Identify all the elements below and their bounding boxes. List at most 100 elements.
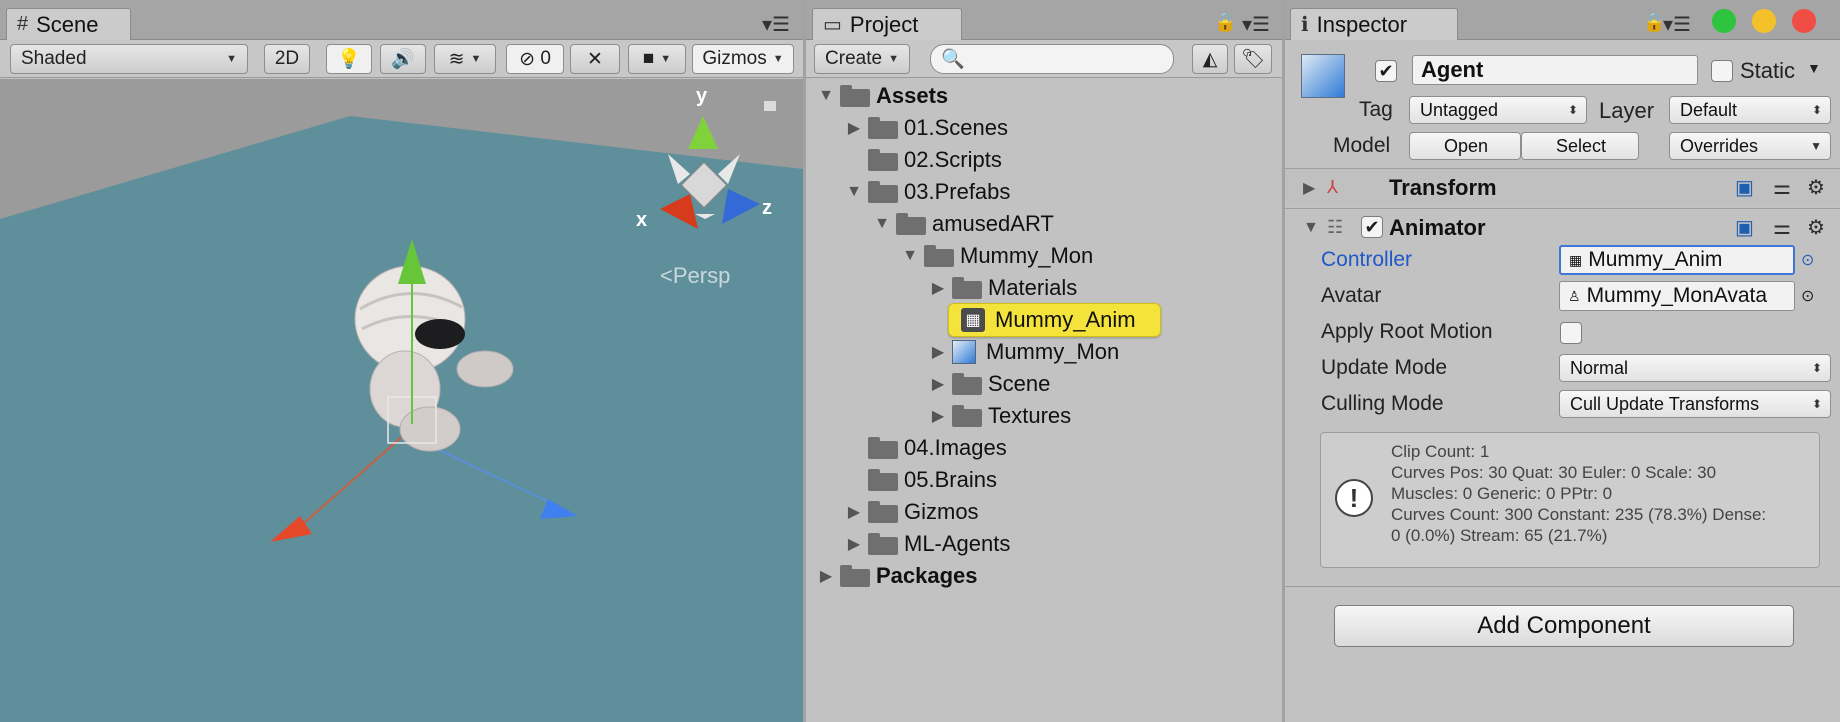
collapsed-arrow-icon[interactable]: ▶ [844, 534, 864, 554]
tree-item[interactable]: 05.Brains [844, 464, 997, 496]
eye-slash-icon: ⊘ [519, 48, 536, 70]
transform-component-header[interactable]: ▶ ⅄ Transform ▣ ⚌ ⚙ [1285, 168, 1840, 206]
tag-dropdown[interactable]: Untagged ⬍ [1409, 96, 1587, 124]
object-picker-icon[interactable]: ⊙ [1801, 250, 1814, 270]
help-icon[interactable]: ▣ [1735, 175, 1754, 200]
tree-item[interactable]: ▶ Gizmos [844, 496, 979, 528]
warning-icon: ! [1335, 479, 1373, 517]
tree-item[interactable]: ▶ Materials [928, 272, 1077, 304]
tab-inspector[interactable]: ℹ Inspector [1290, 8, 1458, 40]
static-dropdown-icon[interactable]: ▼ [1807, 60, 1821, 76]
lock-icon[interactable]: 🔒 [1214, 12, 1236, 33]
tag-value: Untagged [1420, 99, 1499, 120]
inspector-window: ℹ Inspector 🔒 ▾☰ ✔ Agent Static ▼ Tag Un… [1285, 0, 1840, 722]
gear-icon[interactable]: ⚙ [1807, 215, 1825, 240]
persp-label[interactable]: <Persp [660, 263, 730, 289]
tools-toggle-button[interactable]: ✕ [570, 44, 620, 74]
updown-arrows-icon: ⬍ [1567, 103, 1578, 117]
overrides-dropdown[interactable]: Overrides ▼ [1669, 132, 1831, 160]
collapsed-arrow-icon[interactable]: ▶ [928, 278, 948, 298]
lock-icon[interactable] [764, 101, 776, 111]
collapsed-arrow-icon[interactable]: ▶ [844, 502, 864, 522]
tab-menu-icon[interactable]: ▾☰ [762, 12, 790, 37]
search-input[interactable]: 🔍 [930, 44, 1174, 74]
hidden-objects-toggle[interactable]: ⊘ 0 [506, 44, 564, 74]
add-component-button[interactable]: Add Component [1334, 605, 1794, 647]
filter-by-label-button[interactable]: 🏷 [1234, 44, 1272, 74]
search-icon: 🔍 [941, 49, 965, 70]
help-icon[interactable]: ▣ [1735, 215, 1754, 240]
tree-item[interactable]: ▶ Scene [928, 368, 1051, 400]
object-name-field[interactable]: Agent [1412, 55, 1698, 85]
expanded-arrow-icon[interactable]: ▼ [816, 87, 836, 105]
filter-by-type-button[interactable]: ◭ [1192, 44, 1228, 74]
lighting-toggle-button[interactable]: 💡 [326, 44, 372, 74]
tree-item[interactable]: ▶ 01.Scenes [844, 112, 1008, 144]
animator-component-header[interactable]: ▼ ☷ ✔ Animator ▣ ⚌ ⚙ [1285, 208, 1840, 246]
presets-icon[interactable]: ⚌ [1773, 215, 1791, 240]
select-label: Select [1555, 135, 1607, 156]
avatar-field[interactable]: ♙ Mummy_MonAvata [1559, 281, 1795, 311]
apply-root-motion-checkbox[interactable] [1560, 322, 1582, 344]
model-select-button[interactable]: Select [1521, 132, 1639, 160]
tree-item-mummy-anim[interactable]: ▦ Mummy_Anim [928, 303, 1161, 337]
layers-icon: ≋ [448, 48, 465, 70]
gear-icon[interactable]: ⚙ [1807, 175, 1825, 200]
close-button[interactable] [1792, 9, 1816, 33]
controller-field[interactable]: ▦ Mummy_Anim [1559, 245, 1795, 275]
tree-item[interactable]: ▶ ML-Agents [844, 528, 1011, 560]
tree-item[interactable]: ▶ Packages [816, 560, 978, 592]
update-mode-dropdown[interactable]: Normal ⬍ [1559, 354, 1831, 382]
model-open-button[interactable]: Open [1409, 132, 1521, 160]
info-line: Curves Pos: 30 Quat: 30 Euler: 0 Scale: … [1391, 463, 1717, 482]
tree-item[interactable]: ▶ Mummy_Mon [928, 336, 1119, 368]
tree-item[interactable]: 04.Images [844, 432, 1007, 464]
tab-menu-icon[interactable]: ▾☰ [1663, 12, 1691, 37]
maximize-button[interactable] [1712, 9, 1736, 33]
speaker-icon: 🔊 [391, 49, 415, 70]
tree-item[interactable]: ▼ 03.Prefabs [844, 176, 1010, 208]
tree-item[interactable]: ▼ Assets [816, 80, 948, 112]
gameobject-icon[interactable] [1301, 54, 1345, 98]
minimize-button[interactable] [1752, 9, 1776, 33]
tree-item[interactable]: ▼ amusedART [872, 208, 1054, 240]
active-checkbox[interactable]: ✔ [1375, 60, 1397, 82]
tree-item[interactable]: ▶ Textures [928, 400, 1071, 432]
avatar-value: Mummy_MonAvata [1586, 284, 1768, 307]
gizmos-dropdown-button[interactable]: Gizmos ▼ [692, 44, 794, 74]
collapsed-arrow-icon[interactable]: ▶ [928, 374, 948, 394]
tree-item[interactable]: 02.Scripts [844, 144, 1002, 176]
tab-project[interactable]: ▭ Project [812, 8, 962, 40]
collapsed-arrow-icon[interactable]: ▶ [928, 342, 948, 362]
tree-item-label: 02.Scripts [904, 147, 1002, 172]
culling-mode-dropdown[interactable]: Cull Update Transforms ⬍ [1559, 390, 1831, 418]
expanded-arrow-icon[interactable]: ▼ [872, 215, 892, 233]
persp-text: Persp [672, 263, 731, 288]
object-picker-icon[interactable]: ⊙ [1801, 286, 1814, 306]
scene-viewport[interactable]: y x z <Persp [0, 79, 803, 722]
project-tabbar: ▭ Project 🔒 ▾☰ [806, 0, 1282, 40]
collapse-arrow-icon[interactable]: ▼ [1303, 219, 1319, 237]
tab-scene[interactable]: # Scene [6, 8, 131, 40]
create-button[interactable]: Create ▼ [814, 44, 910, 74]
expand-arrow-icon[interactable]: ▶ [1303, 178, 1315, 198]
collapsed-arrow-icon[interactable]: ▶ [844, 118, 864, 138]
gizmos-label: Gizmos [702, 48, 767, 69]
expanded-arrow-icon[interactable]: ▼ [844, 183, 864, 201]
shading-mode-dropdown[interactable]: Shaded ▼ [10, 44, 248, 74]
static-checkbox[interactable] [1711, 60, 1733, 82]
collapsed-arrow-icon[interactable]: ▶ [816, 566, 836, 586]
tab-menu-icon[interactable]: ▾☰ [1242, 12, 1270, 37]
2d-toggle-button[interactable]: 2D [264, 44, 310, 74]
collapsed-arrow-icon[interactable]: ▶ [928, 406, 948, 426]
effects-dropdown-button[interactable]: ≋ ▼ [434, 44, 496, 74]
layer-dropdown[interactable]: Default ⬍ [1669, 96, 1831, 124]
audio-toggle-button[interactable]: 🔊 [380, 44, 426, 74]
updown-arrows-icon: ⬍ [1811, 361, 1822, 375]
presets-icon[interactable]: ⚌ [1773, 175, 1791, 200]
animator-enabled-checkbox[interactable]: ✔ [1361, 216, 1383, 238]
tree-item[interactable]: ▼ Mummy_Mon [900, 240, 1093, 272]
camera-dropdown-button[interactable]: ■ ▼ [628, 44, 686, 74]
expanded-arrow-icon[interactable]: ▼ [900, 247, 920, 265]
animator-controller-icon: ▦ [961, 308, 985, 332]
